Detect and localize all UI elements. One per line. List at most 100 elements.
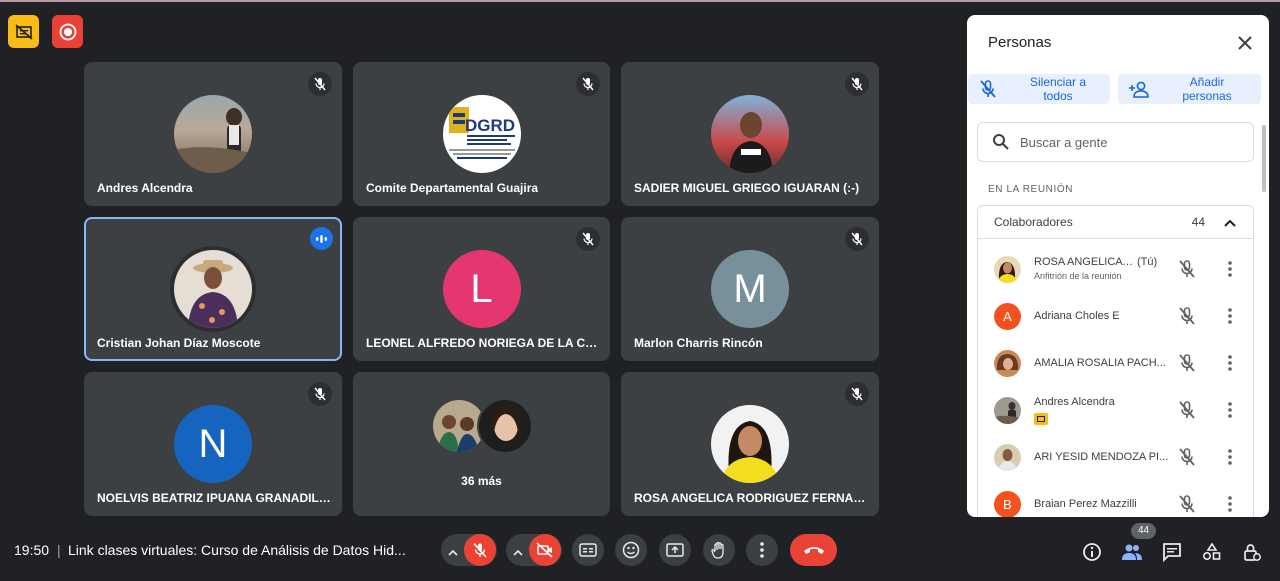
- panel-scrollbar[interactable]: [1262, 125, 1266, 192]
- participant-tile[interactable]: DGRD Comite Departamental Guajira: [353, 62, 610, 206]
- more-options-icon[interactable]: [1222, 259, 1238, 279]
- participant-name: Braian Perez Mazzilli: [1034, 498, 1137, 510]
- participant-avatar: [994, 444, 1021, 471]
- captions-button[interactable]: [572, 534, 604, 566]
- logo-text: DGRD: [465, 116, 515, 135]
- participant-row[interactable]: ROSA ANGELICA R... (Tú) Anfitrión de la …: [978, 246, 1255, 293]
- participant-row[interactable]: A Adriana Choles E: [978, 293, 1255, 340]
- participant-tile[interactable]: SADIER MIGUEL GRIEGO IGUARAN (:-): [621, 62, 879, 206]
- mute-all-label: Silenciar a todos: [1029, 75, 1087, 103]
- present-screen-button[interactable]: [659, 534, 691, 566]
- camera-control[interactable]: [506, 534, 562, 566]
- mic-off-icon[interactable]: [1177, 259, 1197, 279]
- participant-name: AMALIA ROSALIA PACH...: [1034, 357, 1166, 369]
- participant-row[interactable]: ARI YESID MENDOZA PI...: [978, 434, 1255, 481]
- more-options-icon[interactable]: [1222, 353, 1238, 373]
- participant-avatar: [994, 397, 1021, 424]
- participant-name: Marlon Charris Rincón: [634, 336, 763, 350]
- more-options-icon[interactable]: [1222, 306, 1238, 326]
- mic-off-icon[interactable]: [1177, 306, 1197, 326]
- people-icon[interactable]: [1114, 534, 1150, 570]
- mic-off-icon[interactable]: [1177, 400, 1197, 420]
- record-icon[interactable]: [52, 15, 83, 48]
- participant-name: LEONEL ALFREDO NORIEGA DE LA CRUZ: [366, 336, 601, 350]
- speaking-indicator-icon: [310, 227, 333, 250]
- participant-avatar: [994, 350, 1021, 377]
- chevron-up-icon[interactable]: [1223, 217, 1237, 227]
- participant-row[interactable]: B Braian Perez Mazzilli: [978, 481, 1255, 517]
- more-participants-label: 36 más: [461, 474, 502, 488]
- participant-avatar: N: [174, 405, 252, 483]
- raise-hand-button[interactable]: [703, 534, 735, 566]
- meeting-controls-bar: 19:50 | Link clases virtuales: Curso de …: [0, 517, 1280, 581]
- participant-avatar: [711, 405, 789, 483]
- mic-off-icon[interactable]: [1177, 447, 1197, 467]
- more-options-icon[interactable]: [1222, 400, 1238, 420]
- mic-off-icon: [308, 72, 332, 96]
- people-search-input[interactable]: Buscar a gente: [977, 122, 1254, 162]
- add-people-button[interactable]: Añadir personas: [1118, 74, 1261, 104]
- collaborators-header[interactable]: Colaboradores 44: [978, 206, 1253, 239]
- participant-avatar: [994, 256, 1021, 283]
- group-avatar: [433, 400, 485, 452]
- presentation-off-icon[interactable]: [8, 15, 39, 48]
- host-controls-icon[interactable]: [1234, 534, 1270, 570]
- activities-icon[interactable]: [1194, 534, 1230, 570]
- participant-tile[interactable]: N NOELVIS BEATRIZ IPUANA GRANADILL...: [84, 372, 342, 516]
- search-icon: [992, 133, 1010, 151]
- chat-icon[interactable]: [1154, 534, 1190, 570]
- meeting-info-icon[interactable]: [1074, 534, 1110, 570]
- participant-name: SADIER MIGUEL GRIEGO IGUARAN (:-): [634, 181, 860, 195]
- mic-off-icon: [845, 72, 869, 96]
- avatar-letter: A: [1003, 309, 1012, 324]
- meeting-title: Link clases virtuales: Curso de Análisis…: [68, 542, 406, 558]
- search-placeholder: Buscar a gente: [1020, 134, 1108, 150]
- title-separator: |: [57, 542, 61, 558]
- participant-name: Cristian Johan Díaz Moscote: [97, 336, 261, 350]
- mic-off-icon[interactable]: [1177, 353, 1197, 373]
- participant-name: Adriana Choles E: [1034, 310, 1120, 322]
- camera-off-button[interactable]: [529, 534, 561, 566]
- collaborators-group: Colaboradores 44 ROSA ANGELICA R... (Tú)…: [977, 205, 1254, 517]
- participant-name: Andres Alcendra: [1034, 396, 1115, 408]
- add-people-label: Añadir personas: [1182, 75, 1232, 103]
- dgrd-logo: DGRD: [442, 95, 521, 173]
- chevron-up-icon[interactable]: [447, 545, 459, 556]
- participant-avatar: M: [711, 250, 789, 328]
- chevron-up-icon[interactable]: [512, 545, 524, 556]
- mic-off-icon: [308, 382, 332, 406]
- participant-row[interactable]: Andres Alcendra: [978, 387, 1255, 434]
- more-options-icon[interactable]: [1222, 494, 1238, 514]
- participant-avatar: [174, 250, 252, 328]
- people-panel: Personas Silenciar a todos Añadir person…: [967, 15, 1269, 517]
- more-options-button[interactable]: [746, 534, 778, 566]
- section-label: EN LA REUNIÓN: [988, 184, 1074, 195]
- more-options-icon[interactable]: [1222, 447, 1238, 467]
- participant-tile[interactable]: M Marlon Charris Rincón: [621, 217, 879, 361]
- emoji-button[interactable]: [615, 534, 647, 566]
- participant-name: Andres Alcendra: [97, 181, 193, 195]
- mic-off-button[interactable]: [464, 534, 496, 566]
- participant-tile[interactable]: L LEONEL ALFREDO NORIEGA DE LA CRUZ: [353, 217, 610, 361]
- mic-off-icon[interactable]: [1177, 494, 1197, 514]
- participant-tile[interactable]: ROSA ANGELICA RODRIGUEZ FERNAN...: [621, 372, 879, 516]
- host-label: Anfitrión de la reunión: [1034, 271, 1122, 281]
- participant-tile-active-speaker[interactable]: Cristian Johan Díaz Moscote: [84, 217, 342, 361]
- group-label: Colaboradores: [994, 215, 1073, 229]
- participant-name: ARI YESID MENDOZA PI...: [1034, 451, 1169, 463]
- mic-control[interactable]: [441, 534, 497, 566]
- participant-avatar: L: [442, 250, 521, 328]
- participant-tile[interactable]: Andres Alcendra: [84, 62, 342, 206]
- participant-name: Comite Departamental Guajira: [366, 181, 539, 195]
- participant-name: ROSA ANGELICA RODRIGUEZ FERNAN...: [634, 491, 869, 505]
- leave-call-button[interactable]: [790, 534, 837, 566]
- close-icon[interactable]: [1235, 33, 1255, 53]
- avatar-letter: M: [733, 266, 767, 311]
- participant-row[interactable]: AMALIA ROSALIA PACH...: [978, 340, 1255, 387]
- group-count: 44: [1191, 215, 1205, 229]
- mute-all-button[interactable]: Silenciar a todos: [968, 74, 1110, 104]
- participant-avatar: B: [994, 491, 1021, 517]
- mic-off-icon: [978, 79, 998, 99]
- mic-off-icon: [576, 227, 600, 251]
- more-participants-tile[interactable]: 36 más: [353, 372, 610, 516]
